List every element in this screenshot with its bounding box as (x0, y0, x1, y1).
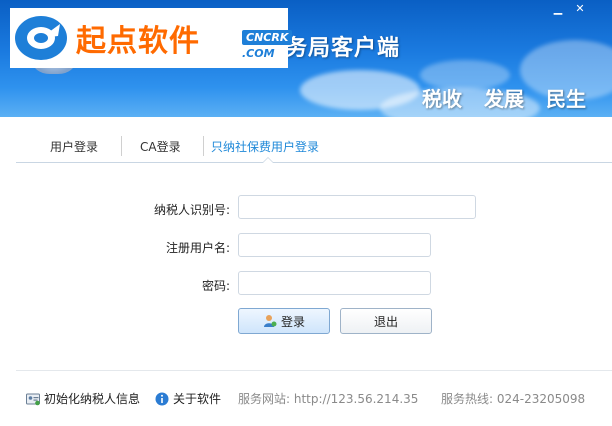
tab-ca-login[interactable]: CA登录 (140, 138, 181, 155)
id-card-icon (26, 393, 40, 405)
service-website: 服务网站: http://123.56.214.35 (238, 392, 419, 406)
close-button[interactable]: ✕ (570, 2, 590, 16)
watermark-badge: CNCRK .COM (242, 30, 298, 60)
tab-user-login[interactable]: 用户登录 (50, 138, 98, 155)
service-hotline: 服务热线: 024-23205098 (441, 392, 586, 406)
watermark-logo: 起点软件 CNCRK .COM (10, 8, 293, 68)
init-taxpayer-label: 初始化纳税人信息 (44, 392, 141, 406)
tab-social-insurance-login[interactable]: 只纳社保费用户登录 (211, 138, 319, 155)
active-tab-pointer-inner (263, 158, 273, 163)
tab-underline (16, 162, 612, 163)
about-software-link[interactable]: 关于软件 (155, 390, 221, 407)
tab-divider (121, 136, 122, 156)
app-title: 务局客户端 (285, 36, 401, 61)
password-label: 密码: (201, 279, 230, 293)
watermark-badge-top: CNCRK (242, 30, 293, 45)
exit-button[interactable]: 退出 (340, 308, 432, 334)
about-software-label: 关于软件 (173, 392, 222, 406)
info-icon (155, 392, 169, 405)
minimize-button[interactable]: ▁ (548, 2, 568, 16)
slogan-tax: 税收 (422, 87, 462, 111)
slogan-livelihood: 民生 (546, 87, 586, 111)
watermark-badge-bottom: .COM (242, 47, 275, 60)
taxpayer-id-field[interactable] (238, 195, 476, 219)
taxpayer-id-label: 纳税人识别号: (153, 203, 230, 217)
slogan-group: 税收 发展 民生 (422, 83, 586, 112)
user-icon (263, 315, 277, 327)
username-field[interactable] (238, 233, 431, 257)
init-taxpayer-link[interactable]: 初始化纳税人信息 (26, 390, 140, 407)
watermark-text: 起点软件 (76, 24, 200, 59)
watermark-swirl-icon (15, 16, 67, 60)
exit-button-label: 退出 (373, 314, 398, 329)
tab-divider (203, 136, 204, 156)
login-button-label: 登录 (280, 314, 305, 329)
password-field[interactable] (238, 271, 431, 295)
footer-divider (16, 370, 612, 371)
login-button[interactable]: 登录 (238, 308, 330, 334)
slogan-development: 发展 (484, 87, 524, 111)
username-label: 注册用户名: (165, 241, 230, 255)
